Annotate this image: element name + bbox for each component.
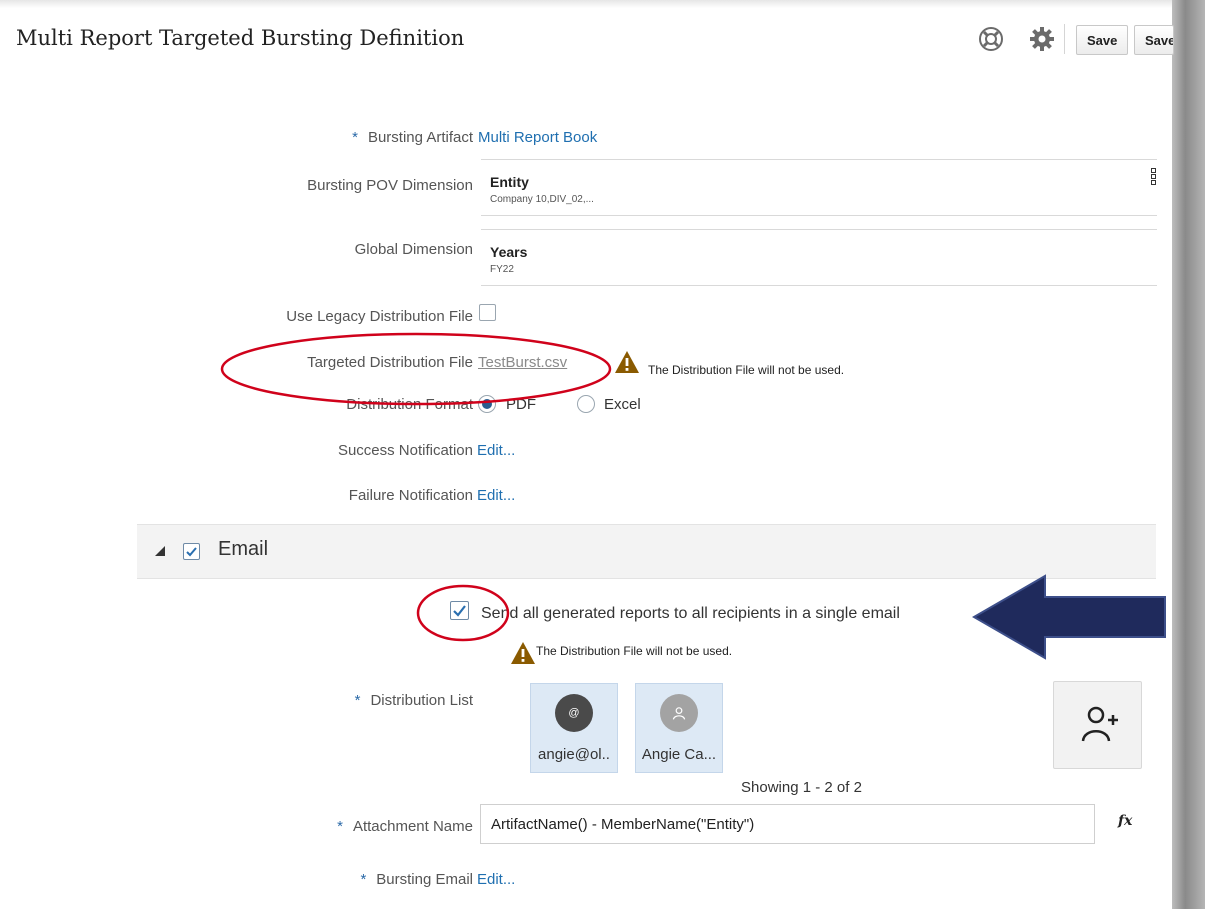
email-avatar: @ [555, 694, 593, 732]
single-email-warning: The Distribution File will not be used. [536, 644, 733, 658]
targeted-file-label: Targeted Distribution File [307, 354, 473, 371]
lifebuoy-icon[interactable] [978, 26, 1004, 52]
pov-dimension-label: Bursting POV Dimension [307, 177, 473, 194]
pov-dimension-name: Entity [490, 174, 529, 190]
pdf-radio[interactable] [478, 395, 496, 413]
recipient-card[interactable]: Angie Ca... [635, 683, 723, 773]
bursting-email-label: * Bursting Email [360, 871, 473, 888]
bursting-email-edit-link[interactable]: Edit... [477, 871, 515, 888]
warning-icon [615, 351, 639, 373]
checkmark-icon [453, 605, 466, 617]
global-dimension-name: Years [490, 244, 528, 260]
window-top-edge [0, 0, 1172, 8]
bursting-artifact-link[interactable]: Multi Report Book [478, 129, 597, 146]
success-notification-label: Success Notification [337, 442, 473, 459]
window-right-edge [1172, 0, 1205, 909]
add-user-icon [1081, 706, 1118, 742]
checkmark-icon [186, 547, 197, 557]
required-marker: * [360, 871, 367, 888]
pdf-radio-label: PDF [506, 396, 536, 413]
gear-icon[interactable] [1029, 26, 1055, 52]
single-email-label: Send all generated reports to all recipi… [481, 605, 900, 622]
global-dimension-members: FY22 [490, 264, 514, 275]
annotation-arrow [972, 574, 1166, 660]
excel-radio-label: Excel [604, 396, 641, 413]
legacy-file-checkbox[interactable] [479, 304, 496, 321]
required-marker: * [352, 129, 358, 146]
email-section-title: Email [218, 538, 269, 560]
bursting-artifact-label: * Bursting Artifact [352, 129, 473, 146]
global-dimension-selector[interactable]: Years FY22 [481, 229, 1157, 286]
attachment-name-label: * Attachment Name [337, 818, 473, 835]
page-title: Multi Report Targeted Bursting Definitio… [16, 26, 465, 50]
distribution-list-label: * Distribution List [354, 692, 473, 709]
single-email-checkbox[interactable] [450, 601, 469, 620]
distribution-format-label: Distribution Format [346, 396, 473, 413]
save-as-button[interactable]: Save [1134, 25, 1174, 55]
person-icon [660, 694, 698, 732]
pov-dimension-members: Company 10,DIV_02,... [490, 194, 594, 205]
add-recipient-button[interactable] [1053, 681, 1142, 769]
required-marker: * [337, 818, 343, 835]
more-options-icon[interactable] [1151, 168, 1157, 186]
header-separator [1064, 24, 1065, 54]
failure-notification-edit-link[interactable]: Edit... [477, 487, 515, 504]
email-section-header[interactable]: Email [137, 524, 1156, 579]
recipient-name: angie@ol.. [538, 746, 610, 763]
attachment-name-input[interactable] [480, 804, 1095, 844]
save-button[interactable]: Save [1076, 25, 1129, 55]
failure-notification-label: Failure Notification [348, 487, 473, 504]
legacy-file-label: Use Legacy Distribution File [286, 308, 473, 325]
success-notification-edit-link[interactable]: Edit... [477, 442, 515, 459]
targeted-file-warning: The Distribution File will not be used. [648, 363, 845, 377]
required-marker: * [354, 692, 361, 709]
global-dimension-label: Global Dimension [354, 241, 473, 258]
pagination-status: Showing 1 - 2 of 2 [741, 779, 862, 796]
pov-dimension-selector[interactable]: Entity Company 10,DIV_02,... [481, 159, 1157, 216]
warning-icon [511, 642, 535, 664]
function-icon[interactable]: fx [1118, 813, 1132, 829]
collapse-triangle-icon[interactable] [154, 545, 166, 557]
recipient-card[interactable]: @ angie@ol.. [530, 683, 618, 773]
excel-radio[interactable] [577, 395, 595, 413]
recipient-name: Angie Ca... [641, 746, 717, 763]
targeted-file-link[interactable]: TestBurst.csv [478, 354, 567, 371]
email-enabled-checkbox[interactable] [183, 543, 200, 560]
